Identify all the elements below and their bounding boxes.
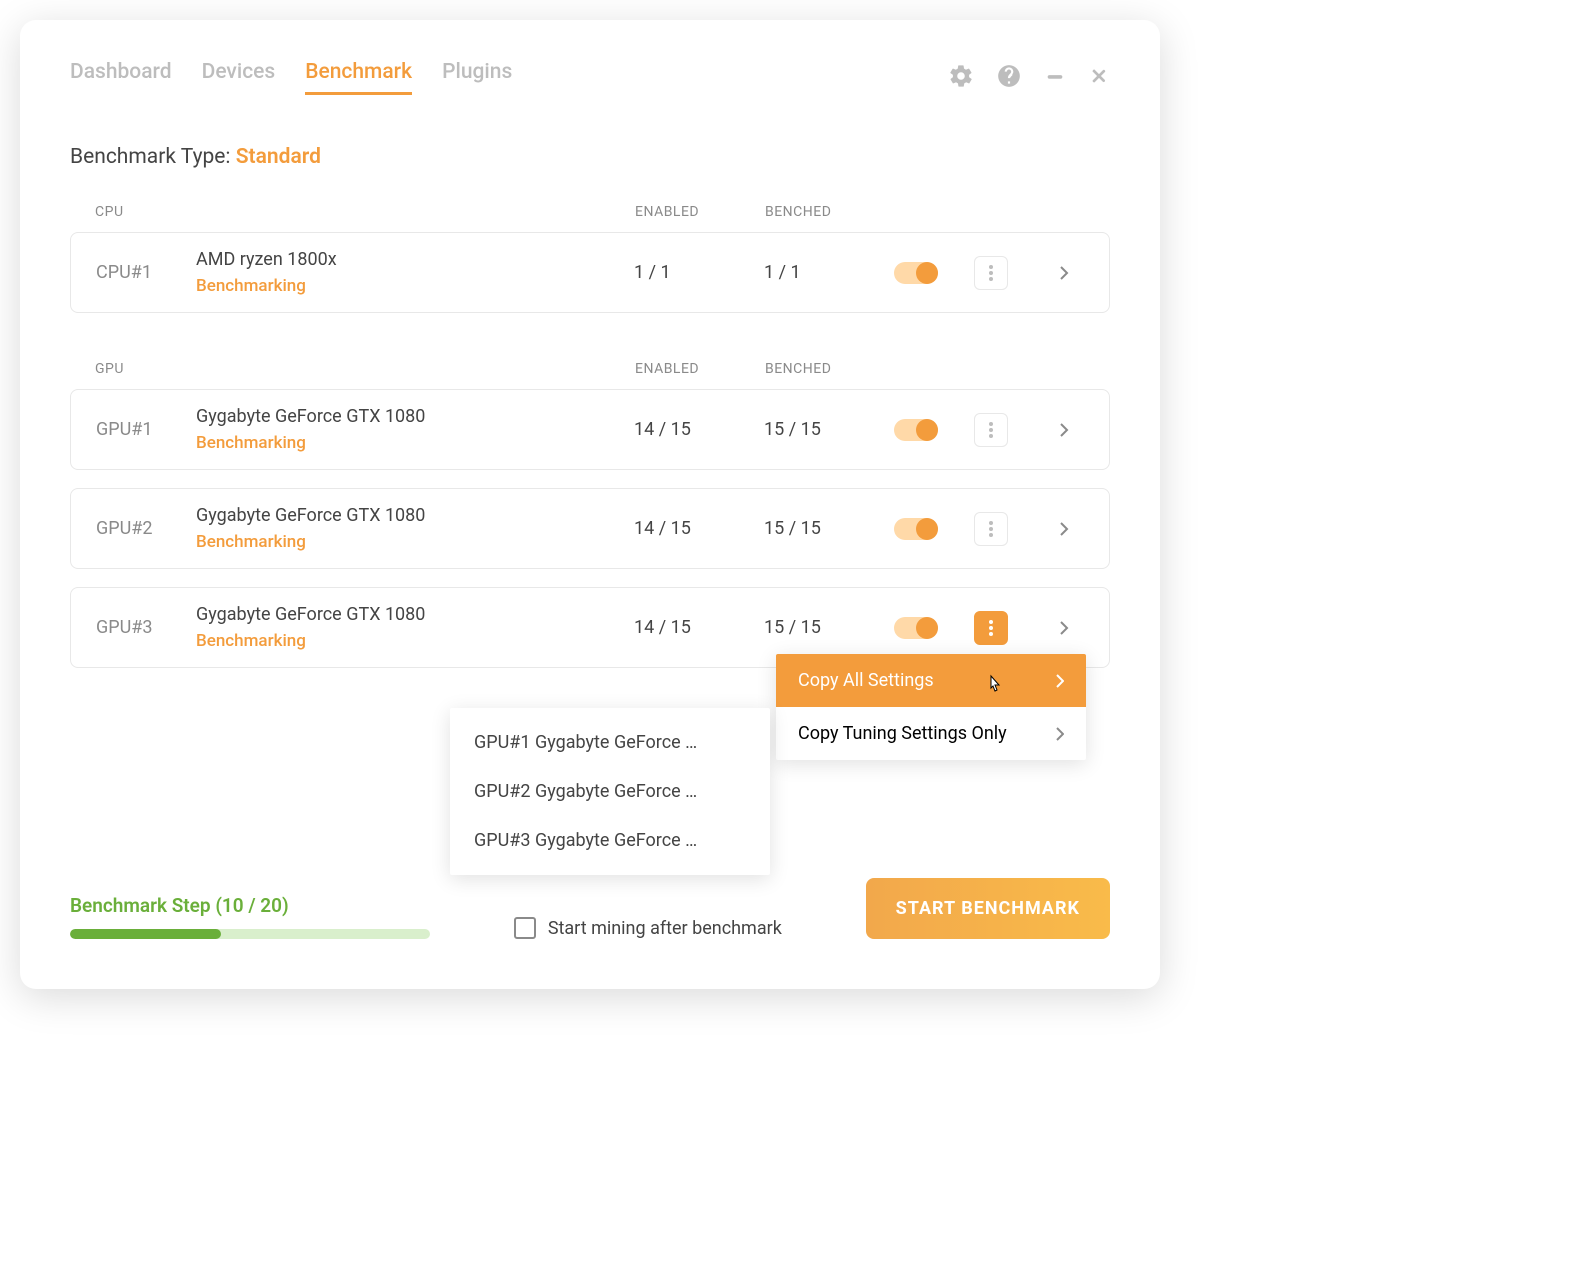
copy-target-menu: GPU#1 Gygabyte GeForce … GPU#2 Gygabyte … (450, 708, 770, 875)
copy-target-gpu1[interactable]: GPU#1 Gygabyte GeForce … (450, 718, 770, 767)
enable-toggle[interactable] (894, 617, 938, 639)
header-enabled: ENABLED (635, 204, 745, 220)
close-icon[interactable] (1088, 65, 1110, 91)
cpu-row: CPU#1 AMD ryzen 1800x Benchmarking 1 / 1… (70, 232, 1110, 313)
device-id: GPU#1 (96, 419, 176, 440)
device-id: CPU#1 (96, 262, 176, 283)
device-id: GPU#3 (96, 617, 176, 638)
menu-copy-tuning[interactable]: Copy Tuning Settings Only (776, 707, 1086, 760)
more-button[interactable] (974, 256, 1008, 290)
gpu-section-header: GPU ENABLED BENCHED (70, 361, 1110, 389)
copy-target-gpu3[interactable]: GPU#3 Gygabyte GeForce … (450, 816, 770, 865)
tab-plugins[interactable]: Plugins (442, 60, 512, 95)
benched-count: 15 / 15 (764, 518, 874, 539)
enabled-count: 14 / 15 (634, 617, 744, 638)
gear-icon[interactable] (948, 63, 974, 93)
progress-fill (70, 929, 221, 939)
more-button[interactable] (974, 413, 1008, 447)
header-enabled: ENABLED (635, 361, 745, 377)
copy-target-gpu2[interactable]: GPU#2 Gygabyte GeForce … (450, 767, 770, 816)
header-benched: BENCHED (765, 361, 875, 377)
benchmark-type: Benchmark Type: Standard (70, 145, 1110, 169)
device-name: Gygabyte GeForce GTX 1080 (196, 604, 614, 625)
device-name: Gygabyte GeForce GTX 1080 (196, 406, 614, 427)
cpu-section-header: CPU ENABLED BENCHED (70, 204, 1110, 232)
progress-label: Benchmark Step (10 / 20) (70, 894, 430, 917)
more-button[interactable] (974, 611, 1008, 645)
start-benchmark-button[interactable]: START BENCHMARK (866, 878, 1110, 939)
chevron-right-icon (1056, 674, 1064, 688)
device-name: Gygabyte GeForce GTX 1080 (196, 505, 614, 526)
expand-chevron[interactable] (1044, 422, 1084, 438)
expand-chevron[interactable] (1044, 265, 1084, 281)
start-mining-check[interactable]: Start mining after benchmark (514, 917, 782, 939)
progress-bar (70, 929, 430, 939)
device-status: Benchmarking (196, 433, 614, 453)
expand-chevron[interactable] (1044, 521, 1084, 537)
expand-chevron[interactable] (1044, 620, 1084, 636)
topbar: Dashboard Devices Benchmark Plugins (70, 60, 1110, 95)
enable-toggle[interactable] (894, 518, 938, 540)
header-gpu: GPU (95, 361, 175, 377)
tab-devices[interactable]: Devices (202, 60, 276, 95)
start-mining-label: Start mining after benchmark (548, 918, 782, 939)
enable-toggle[interactable] (894, 419, 938, 441)
help-icon[interactable] (996, 63, 1022, 93)
enable-toggle[interactable] (894, 262, 938, 284)
menu-copy-tuning-label: Copy Tuning Settings Only (798, 723, 1007, 744)
device-name: AMD ryzen 1800x (196, 249, 614, 270)
footer: Benchmark Step (10 / 20) Start mining af… (70, 878, 1110, 939)
header-benched: BENCHED (765, 204, 875, 220)
menu-copy-all[interactable]: Copy All Settings (776, 654, 1086, 707)
minimize-icon[interactable] (1044, 65, 1066, 91)
menu-copy-all-label: Copy All Settings (798, 670, 934, 691)
enabled-count: 1 / 1 (634, 262, 744, 283)
benchmark-type-value[interactable]: Standard (236, 145, 321, 169)
tab-benchmark[interactable]: Benchmark (305, 60, 412, 95)
copy-settings-menu: Copy All Settings Copy Tuning Settings O… (776, 654, 1086, 760)
device-status: Benchmarking (196, 631, 614, 651)
app-window: Dashboard Devices Benchmark Plugins Benc… (20, 20, 1160, 989)
benched-count: 1 / 1 (764, 262, 874, 283)
device-status: Benchmarking (196, 276, 614, 296)
tab-dashboard[interactable]: Dashboard (70, 60, 172, 95)
nav-tabs: Dashboard Devices Benchmark Plugins (70, 60, 512, 95)
more-button[interactable] (974, 512, 1008, 546)
device-id: GPU#2 (96, 518, 176, 539)
benched-count: 15 / 15 (764, 617, 874, 638)
checkbox-icon[interactable] (514, 917, 536, 939)
gpu-row: GPU#2 Gygabyte GeForce GTX 1080 Benchmar… (70, 488, 1110, 569)
chevron-right-icon (1056, 727, 1064, 741)
device-status: Benchmarking (196, 532, 614, 552)
enabled-count: 14 / 15 (634, 518, 744, 539)
progress-block: Benchmark Step (10 / 20) (70, 894, 430, 939)
enabled-count: 14 / 15 (634, 419, 744, 440)
header-cpu: CPU (95, 204, 175, 220)
gpu-row: GPU#1 Gygabyte GeForce GTX 1080 Benchmar… (70, 389, 1110, 470)
benched-count: 15 / 15 (764, 419, 874, 440)
benchmark-type-label: Benchmark Type: (70, 145, 231, 169)
top-icons (948, 63, 1110, 93)
